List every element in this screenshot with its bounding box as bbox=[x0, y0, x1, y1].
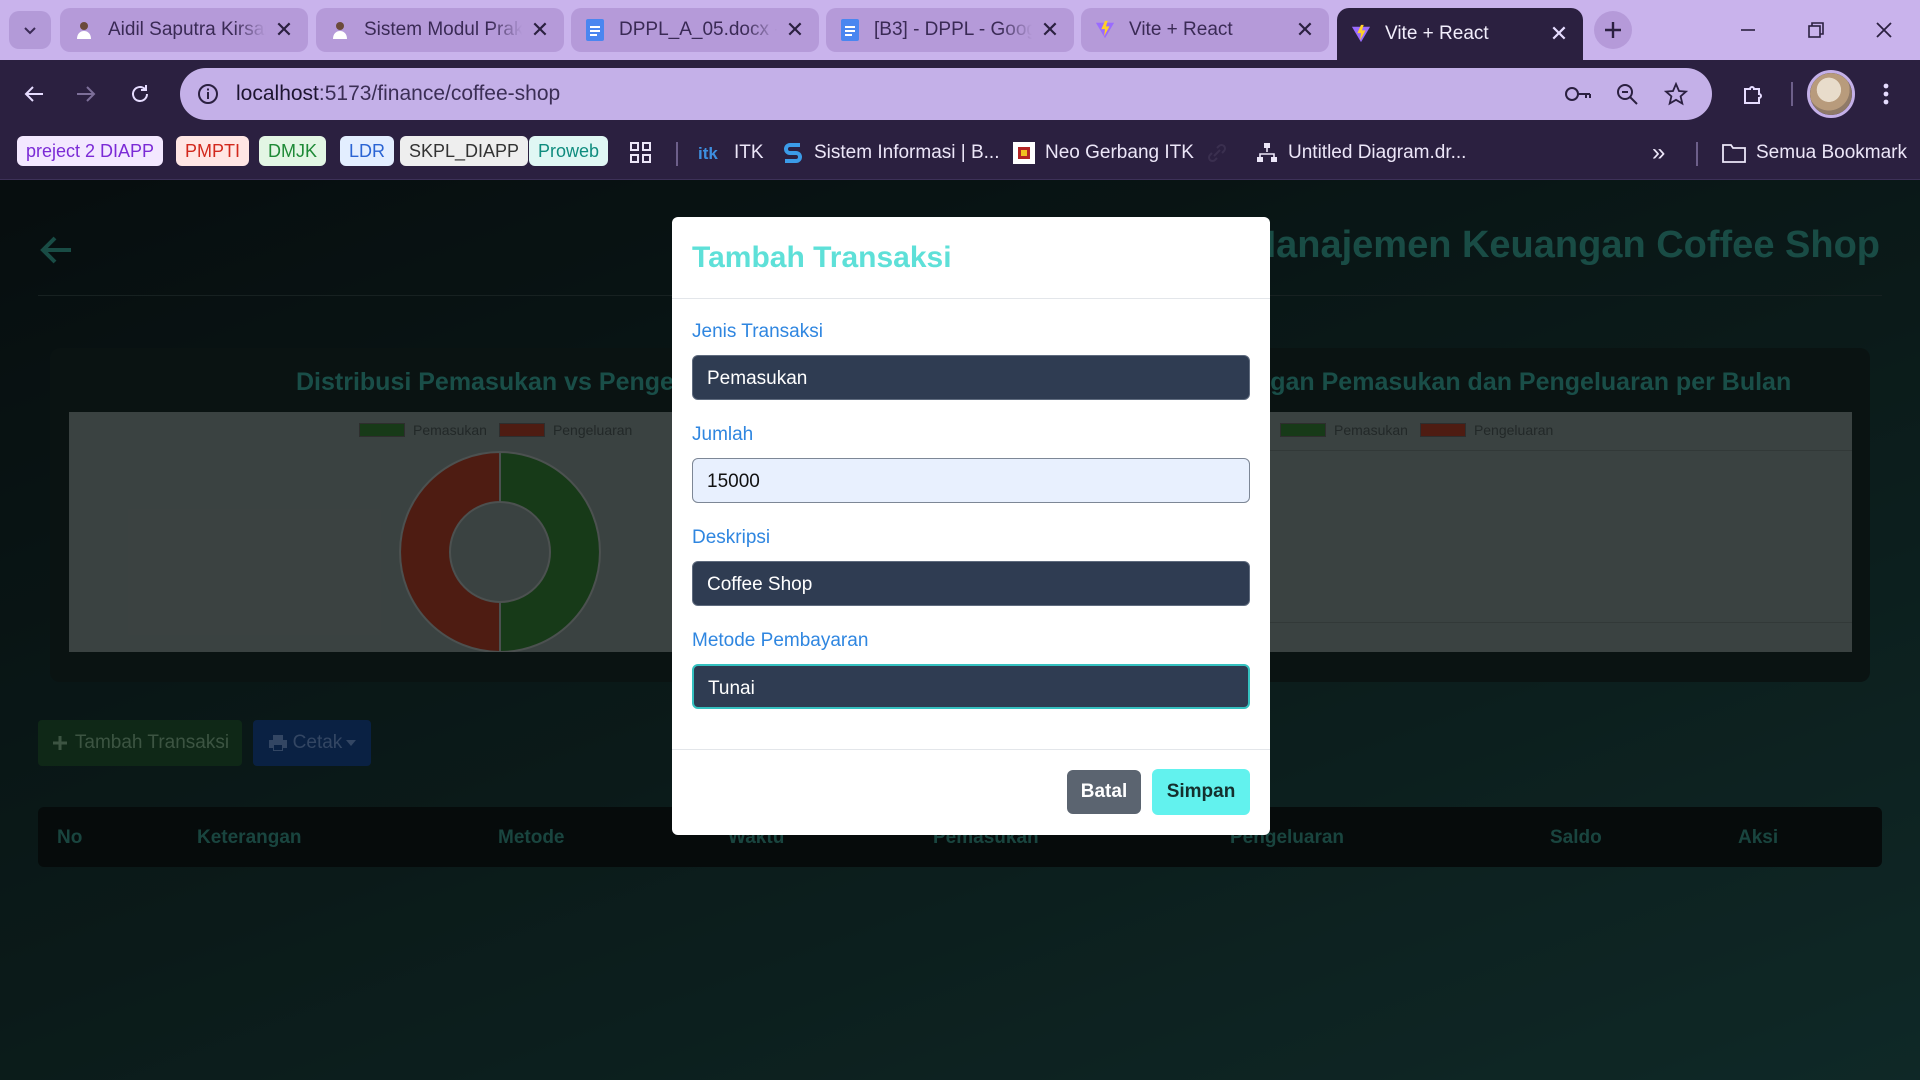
save-button[interactable]: Simpan bbox=[1152, 769, 1250, 815]
bookmark-label: Sistem Informasi | B... bbox=[814, 142, 1000, 163]
restore-button[interactable] bbox=[1782, 0, 1850, 60]
bookmark-chip[interactable]: SKPL_DIAPP bbox=[400, 136, 529, 166]
reload-button[interactable] bbox=[120, 74, 160, 114]
modal-title: Tambah Transaksi bbox=[692, 241, 952, 274]
puzzle-icon bbox=[1744, 86, 1762, 104]
close-icon[interactable]: ✕ bbox=[1293, 17, 1317, 42]
tab-search-button[interactable] bbox=[9, 11, 51, 49]
arrow-right-icon bbox=[77, 86, 96, 102]
star-icon[interactable] bbox=[1662, 80, 1690, 108]
browser-tab[interactable]: Vite + React ✕ bbox=[1081, 8, 1329, 52]
toolbar-divider bbox=[1791, 82, 1793, 106]
itk-logo-icon: itk bbox=[698, 144, 724, 162]
bookmark-chip[interactable]: LDR bbox=[340, 136, 395, 166]
bookmark-neo-gerbang[interactable]: Neo Gerbang ITK bbox=[1013, 138, 1194, 168]
field-label-jenis: Jenis Transaksi bbox=[692, 321, 823, 342]
restore-icon bbox=[1808, 22, 1824, 38]
browser-toolbar: localhost:5173/finance/coffee-shop bbox=[0, 60, 1920, 128]
minimize-icon bbox=[1741, 29, 1755, 31]
browser-tab-bar: Aidil Saputra Kirsan ✕ Sistem Modul Prak… bbox=[0, 0, 1920, 60]
description-input[interactable]: Coffee Shop bbox=[692, 561, 1250, 606]
modal-header-divider bbox=[672, 298, 1270, 299]
reload-icon bbox=[132, 85, 148, 102]
bookmark-divider bbox=[1696, 142, 1698, 166]
forward-button[interactable] bbox=[66, 74, 106, 114]
bookmarks-bar: preject 2 DIAPP PMPTI DMJK LDR SKPL_DIAP… bbox=[0, 128, 1920, 180]
vite-icon bbox=[1351, 24, 1371, 44]
diagram-icon bbox=[1256, 142, 1278, 164]
tab-title: Aidil Saputra Kirsan bbox=[108, 19, 266, 40]
tab-title: DPPL_A_05.docx - Google Docs bbox=[619, 19, 777, 40]
profile-icon bbox=[330, 20, 350, 40]
close-icon[interactable]: ✕ bbox=[528, 17, 552, 42]
back-button[interactable] bbox=[14, 74, 54, 114]
extensions-button[interactable] bbox=[1733, 74, 1773, 114]
browser-tab[interactable]: [B3] - DPPL - Google Docs ✕ bbox=[826, 8, 1074, 52]
arrow-left-icon bbox=[24, 86, 43, 102]
zoom-icon[interactable] bbox=[1613, 80, 1641, 108]
bookmark-label: Neo Gerbang ITK bbox=[1045, 142, 1194, 163]
field-label-deskripsi: Deskripsi bbox=[692, 527, 771, 548]
field-label-jumlah: Jumlah bbox=[692, 424, 754, 445]
minimize-button[interactable] bbox=[1714, 0, 1782, 60]
close-icon bbox=[1876, 22, 1892, 38]
new-tab-button[interactable] bbox=[1594, 11, 1632, 49]
browser-tab[interactable]: Aidil Saputra Kirsan ✕ bbox=[60, 8, 308, 52]
all-bookmarks-label: Semua Bookmark bbox=[1756, 142, 1908, 163]
tab-title: Vite + React bbox=[1385, 23, 1489, 44]
amount-input[interactable]: 15000 bbox=[692, 458, 1250, 503]
folder-icon bbox=[1722, 143, 1746, 163]
profile-icon bbox=[74, 20, 94, 40]
transaction-type-select[interactable]: Pemasukan bbox=[692, 355, 1250, 400]
site-info-icon[interactable] bbox=[194, 80, 222, 108]
bookmark-chip[interactable]: PMPTI bbox=[176, 136, 250, 166]
field-label-metode: Metode Pembayaran bbox=[692, 630, 869, 651]
close-icon[interactable]: ✕ bbox=[1547, 21, 1571, 46]
s-logo-icon bbox=[782, 141, 804, 165]
bookmark-label: ITK bbox=[734, 142, 764, 163]
chevron-down-icon bbox=[24, 27, 36, 35]
apps-icon[interactable] bbox=[630, 138, 652, 168]
vite-icon bbox=[1095, 20, 1115, 40]
browser-tab[interactable]: Sistem Modul Praktikum ✕ bbox=[316, 8, 564, 52]
bookmark-label: Untitled Diagram.dr... bbox=[1288, 142, 1467, 163]
browser-tab-active[interactable]: Vite + React ✕ bbox=[1337, 8, 1583, 60]
modal-footer-divider bbox=[672, 749, 1270, 750]
payment-method-select[interactable]: Tunai bbox=[692, 664, 1250, 709]
browser-tab[interactable]: DPPL_A_05.docx - Google Docs ✕ bbox=[571, 8, 819, 52]
avatar[interactable] bbox=[1807, 70, 1855, 118]
bookmark-untitled-diagram[interactable]: Untitled Diagram.dr... bbox=[1256, 138, 1466, 168]
cancel-button[interactable]: Batal bbox=[1067, 770, 1141, 814]
plus-icon bbox=[1605, 22, 1621, 38]
link-icon[interactable] bbox=[1206, 138, 1228, 168]
neo-logo-icon bbox=[1013, 142, 1035, 164]
close-icon[interactable]: ✕ bbox=[272, 17, 296, 42]
docs-icon bbox=[840, 19, 860, 41]
bookmark-chip[interactable]: preject 2 DIAPP bbox=[17, 136, 164, 166]
browser-menu-button[interactable] bbox=[1866, 74, 1906, 114]
add-transaction-modal: Tambah Transaksi Jenis Transaksi Pemasuk… bbox=[672, 217, 1270, 835]
address-bar[interactable]: localhost:5173/finance/coffee-shop bbox=[180, 68, 1712, 120]
close-icon[interactable]: ✕ bbox=[1038, 17, 1062, 42]
tab-title: Sistem Modul Praktikum bbox=[364, 19, 522, 40]
tab-title: Vite + React bbox=[1129, 19, 1233, 40]
more-bookmarks-icon[interactable]: » bbox=[1652, 138, 1665, 168]
close-icon[interactable]: ✕ bbox=[783, 17, 807, 42]
close-window-button[interactable] bbox=[1850, 0, 1918, 60]
bookmark-divider bbox=[676, 142, 678, 166]
bookmark-chip[interactable]: Proweb bbox=[529, 136, 609, 166]
svg-text:itk: itk bbox=[698, 144, 718, 162]
tab-title: [B3] - DPPL - Google Docs bbox=[874, 19, 1032, 40]
docs-icon bbox=[585, 19, 605, 41]
url-text[interactable]: localhost:5173/finance/coffee-shop bbox=[236, 82, 560, 106]
bookmark-itk[interactable]: itk ITK bbox=[698, 138, 764, 168]
bookmark-chip[interactable]: DMJK bbox=[259, 136, 326, 166]
bookmark-sistem-informasi[interactable]: Sistem Informasi | B... bbox=[782, 138, 999, 168]
all-bookmarks-button[interactable]: Semua Bookmark bbox=[1722, 138, 1907, 168]
url-path: :5173/finance/coffee-shop bbox=[318, 82, 561, 105]
page-content: Manajemen Keuangan Coffee Shop Distribus… bbox=[0, 180, 1920, 1080]
more-vertical-icon bbox=[1883, 83, 1889, 105]
key-icon[interactable] bbox=[1564, 80, 1592, 108]
url-host: localhost bbox=[236, 82, 319, 105]
